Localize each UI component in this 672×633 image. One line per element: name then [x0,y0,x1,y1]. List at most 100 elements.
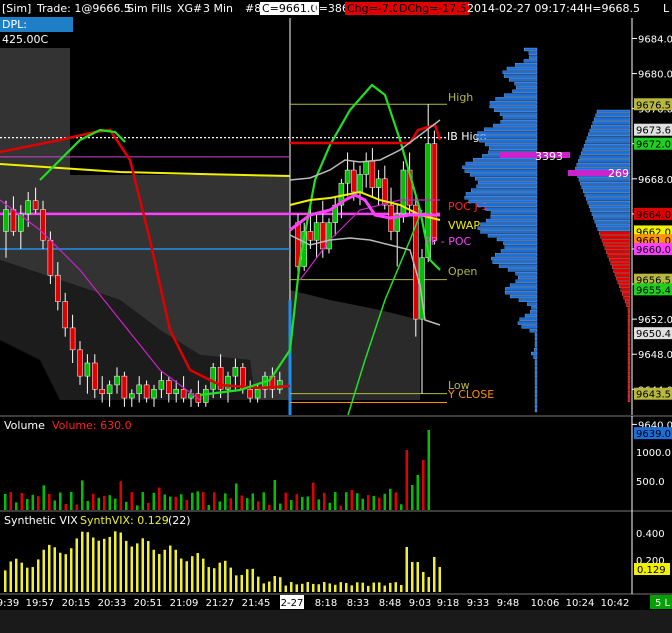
session-profile-bar [581,185,631,190]
vix-bar [361,582,364,592]
volume-profile-bar [502,70,538,74]
volume-profile-bar [534,386,538,390]
volume-profile-bar [515,279,538,283]
session-profile-bar [627,387,631,391]
volume-profile-bar [534,401,538,405]
volume-bar [42,485,45,510]
price-chart[interactable]: HighIB HighPOC J-1VWAPPP - POCOpenLowY C… [0,0,672,633]
vix-bar [268,581,271,592]
level-label-open: Open [448,265,477,278]
volume-bar [356,493,359,510]
volume-bar [317,499,320,510]
session-candle [351,169,357,193]
volume-bar [81,480,84,510]
overnight-candle [232,367,239,377]
vix-bar [251,568,254,592]
session-candle [431,143,438,241]
volume-profile-bar [487,234,538,238]
vix-bar [130,546,133,592]
session-profile-bar [591,212,631,216]
vix-bar [339,582,342,592]
volume-profile-bar [534,389,538,394]
vix-bar [136,543,139,592]
vix-bar [163,549,166,592]
vix-bar [75,538,78,592]
vix-bar [317,584,320,592]
volume-bar [130,492,133,510]
session-profile-bar [627,322,631,326]
volume-profile-bar [534,348,538,352]
time-tick-label: 20:15 [62,598,91,609]
volume-bar [246,498,249,510]
overnight-candle [47,239,54,276]
volume-profile-bar [492,260,538,264]
session-profile-bar [627,345,631,349]
volume-profile-bar [498,264,538,268]
volume-bar [240,495,243,510]
vix-bar [20,562,23,592]
volume-bar [334,492,337,510]
volume-profile-bar [480,222,538,226]
account-label: [Sim] [2,2,32,15]
volume-bar [405,450,408,510]
overnight-candle [84,362,91,377]
bottom-scrollbar-area[interactable] [0,610,672,633]
session-profile-bar [627,372,631,376]
volume-profile-bar [534,408,538,413]
overnight-candle [225,375,231,390]
volume-profile-bar [515,272,538,276]
high-value: H=9668.5 [584,2,640,15]
header-tail: L [663,2,670,15]
session-profile-bar [626,303,631,307]
vix-bar [92,537,95,592]
volume-bar [59,492,62,510]
volume-title: Volume [4,419,45,432]
vix-bar [367,585,370,592]
vix-bar [290,582,293,592]
vix-bar [97,540,100,592]
tick-count: T=386 [312,2,349,15]
fills-label[interactable]: Sim Fills [127,2,172,15]
session-profile-bar [588,204,631,209]
volume-profile-bar [534,374,538,378]
session-profile-bar [580,182,631,186]
session-profile-bar [579,155,631,159]
overnight-candle [69,327,76,351]
volume-profile-bar [465,161,538,166]
volume-profile-bar [485,142,538,147]
volume-bar [180,494,183,510]
session-candle [375,178,382,188]
vix-bar [15,558,18,592]
vix-bar [114,531,117,592]
volume-bar [147,502,150,510]
interval-label[interactable]: 3 Min [203,2,233,15]
volume-profile-bar [534,370,538,375]
vix-period: (22) [168,514,191,527]
overnight-candle [32,200,39,210]
volume-bar [119,481,122,510]
volume-bar [185,499,188,510]
session-profile-bar [620,288,631,292]
volume-profile-bar [504,291,538,295]
volume-profile-bar [534,363,538,367]
volume-bar [257,501,260,510]
volume-profile-bar [489,146,538,150]
session-profile-bar [627,383,631,387]
session-profile-bar [609,258,631,262]
session-profile-bar [604,246,631,250]
time-tick-label: 9:33 [467,598,489,609]
volume-bar [378,497,381,510]
session-profile-bar [623,296,631,300]
volume-profile-bar [531,306,538,310]
volume-bar [229,498,232,510]
volume-profile-bar [530,310,538,314]
volume-profile-bar [519,317,538,321]
session-profile-bar [616,277,631,281]
vix-bar [119,532,122,592]
volume-profile-bar [534,340,538,344]
close-value: C=9661.0 [260,2,320,15]
vix-bar [152,549,155,592]
price-tick-label: 9648.0 [638,350,672,361]
vix-bar [394,582,397,592]
volume-bar [108,495,111,510]
